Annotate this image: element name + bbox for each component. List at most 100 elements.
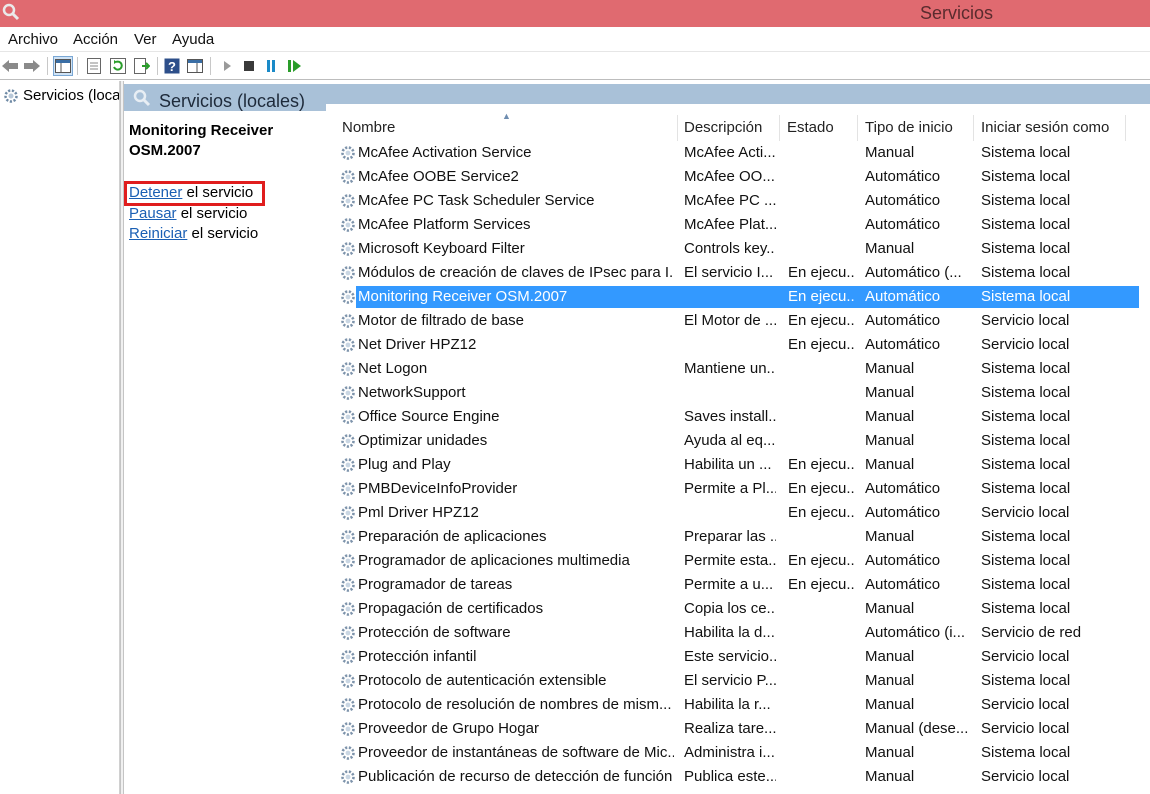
stop-service-icon[interactable] [239, 56, 259, 76]
service-row[interactable]: Office Source Engine Saves install... Manu… [338, 404, 1127, 428]
service-row[interactable]: Proveedor de instantáneas de software de… [338, 740, 1127, 764]
gear-icon [340, 409, 356, 425]
action-stop: Detener el servicio [129, 184, 253, 201]
service-startup-type-cell: Manual [865, 360, 915, 377]
service-logon-cell: Sistema local [981, 480, 1071, 497]
service-startup-type-cell: Automático [865, 192, 941, 209]
column-divider[interactable] [779, 115, 780, 141]
service-row[interactable]: McAfee PC Task Scheduler Service McAfee P… [338, 188, 1127, 212]
gear-icon [340, 337, 356, 353]
service-row[interactable]: Protección infantil Este servicio... Manua… [338, 644, 1127, 668]
gear-icon [340, 313, 356, 329]
forward-arrow-icon[interactable] [22, 56, 42, 76]
service-description-cell: McAfee OO... [684, 168, 775, 185]
service-startup-type-cell: Manual [865, 672, 915, 689]
service-row[interactable]: Programador de tareas Permite a u... En ej… [338, 572, 1127, 596]
service-description-cell: Este servicio... [684, 648, 776, 665]
service-description-cell: El Motor de ... [684, 312, 776, 329]
refresh-icon[interactable] [108, 56, 128, 76]
pause-service-icon[interactable] [261, 56, 281, 76]
column-divider[interactable] [677, 115, 678, 141]
service-startup-type-cell: Manual [865, 768, 915, 785]
column-header-estado[interactable]: Estado [787, 119, 834, 136]
service-name-cell: Protección infantil [358, 648, 477, 665]
service-description-cell: Habilita un ... [684, 456, 772, 473]
gear-icon [340, 265, 356, 281]
service-description-cell: Permite a Pl... [684, 480, 776, 497]
services-app-icon[interactable] [2, 3, 20, 21]
service-row[interactable]: Motor de filtrado de base El Motor de ...… [338, 308, 1127, 332]
service-startup-type-cell: Manual [865, 384, 915, 401]
properties-sheet-icon[interactable] [84, 56, 104, 76]
service-row[interactable]: Publicación de recurso de detección de f… [338, 764, 1127, 788]
service-row[interactable]: Net Driver HPZ12 En ejecu... Automático Ser… [338, 332, 1127, 356]
action-suffix: el servicio [187, 225, 259, 242]
selected-service-name: Monitoring Receiver OSM.2007 [129, 122, 274, 159]
service-row[interactable]: Monitoring Receiver OSM.2007 En ejecu... A… [338, 284, 1139, 308]
help-icon[interactable]: ? [162, 56, 182, 76]
tree-item-servicios-locales[interactable]: Servicios (loca [3, 87, 120, 104]
gear-icon [340, 289, 356, 305]
service-row[interactable]: Plug and Play Habilita un ... En ejecu... M… [338, 452, 1127, 476]
service-status-cell: En ejecu... [788, 264, 856, 281]
service-logon-cell: Sistema local [981, 384, 1071, 401]
column-header-nombre[interactable]: Nombre [342, 119, 395, 136]
service-logon-cell: Sistema local [981, 576, 1071, 593]
export-list-icon[interactable] [132, 56, 152, 76]
service-row[interactable]: Preparación de aplicaciones Preparar las … [338, 524, 1127, 548]
service-row[interactable]: Proveedor de Grupo Hogar Realiza tare... M… [338, 716, 1127, 740]
service-startup-type-cell: Automático (... [865, 264, 962, 281]
service-row[interactable]: Módulos de creación de claves de IPsec p… [338, 260, 1127, 284]
service-row[interactable]: McAfee Platform Services McAfee Plat... Au… [338, 212, 1127, 236]
toolbar-separator [47, 57, 48, 75]
service-logon-cell: Sistema local [981, 360, 1071, 377]
start-service-icon[interactable] [217, 56, 237, 76]
sort-ascending-icon: ▲ [502, 111, 511, 121]
service-row[interactable]: McAfee OOBE Service2 McAfee OO... Automáti… [338, 164, 1127, 188]
service-row[interactable]: Protección de software Habilita la d... Au… [338, 620, 1127, 644]
service-row[interactable]: Protocolo de resolución de nombres de mi… [338, 692, 1127, 716]
restart-service-link[interactable]: Reiniciar [129, 225, 187, 242]
service-row[interactable]: Net Logon Mantiene un... Manual Sistema loc… [338, 356, 1127, 380]
restart-service-icon[interactable] [285, 56, 305, 76]
service-row[interactable]: NetworkSupport Manual Sistema local [338, 380, 1127, 404]
service-row[interactable]: Microsoft Keyboard Filter Controls key...… [338, 236, 1127, 260]
service-logon-cell: Servicio de red [981, 624, 1082, 641]
column-header-descripcion[interactable]: Descripción [684, 119, 762, 136]
tree-item-label: Servicios (loca [23, 87, 120, 104]
service-row[interactable]: PMBDeviceInfoProvider Permite a Pl... En e… [338, 476, 1127, 500]
column-header-tipo-inicio[interactable]: Tipo de inicio [865, 119, 953, 136]
service-logon-cell: Sistema local [981, 408, 1071, 425]
service-name-cell: Monitoring Receiver OSM.2007 [358, 288, 568, 305]
service-description-cell: Publica este... [684, 768, 776, 785]
pause-service-link[interactable]: Pausar [129, 205, 177, 222]
service-logon-cell: Sistema local [981, 264, 1071, 281]
column-divider[interactable] [1125, 115, 1126, 141]
stop-service-link[interactable]: Detener [129, 184, 182, 201]
menu-ayuda[interactable]: Ayuda [172, 31, 214, 48]
menu-accion[interactable]: Acción [73, 31, 118, 48]
action-suffix: el servicio [176, 205, 248, 222]
menu-archivo[interactable]: Archivo [8, 31, 58, 48]
service-row[interactable]: McAfee Activation Service McAfee Acti... M… [338, 140, 1127, 164]
column-divider[interactable] [973, 115, 974, 141]
gear-icon [340, 673, 356, 689]
service-name-cell: Protocolo de resolución de nombres de mi… [358, 696, 672, 713]
service-row[interactable]: Programador de aplicaciones multimedia Pe… [338, 548, 1127, 572]
service-row[interactable]: Propagación de certificados Copia los ce.… [338, 596, 1127, 620]
service-logon-cell: Sistema local [981, 528, 1071, 545]
service-startup-type-cell: Manual [865, 744, 915, 761]
column-divider[interactable] [857, 115, 858, 141]
service-row[interactable]: Protocolo de autenticación extensible El … [338, 668, 1127, 692]
gear-icon [4, 88, 18, 103]
action-pane-icon[interactable] [185, 56, 205, 76]
menu-ver[interactable]: Ver [134, 31, 157, 48]
service-name-cell: Módulos de creación de claves de IPsec p… [358, 264, 674, 281]
service-name-cell: Preparación de aplicaciones [358, 528, 547, 545]
column-header-iniciar-sesion[interactable]: Iniciar sesión como [981, 119, 1109, 136]
service-row[interactable]: Optimizar unidades Ayuda al eq... Manual Si… [338, 428, 1127, 452]
service-row[interactable]: Pml Driver HPZ12 En ejecu... Automático Ser… [338, 500, 1127, 524]
show-console-tree-icon[interactable] [53, 56, 73, 76]
console-tree: Servicios (loca [0, 81, 120, 794]
back-arrow-icon[interactable] [0, 56, 20, 76]
